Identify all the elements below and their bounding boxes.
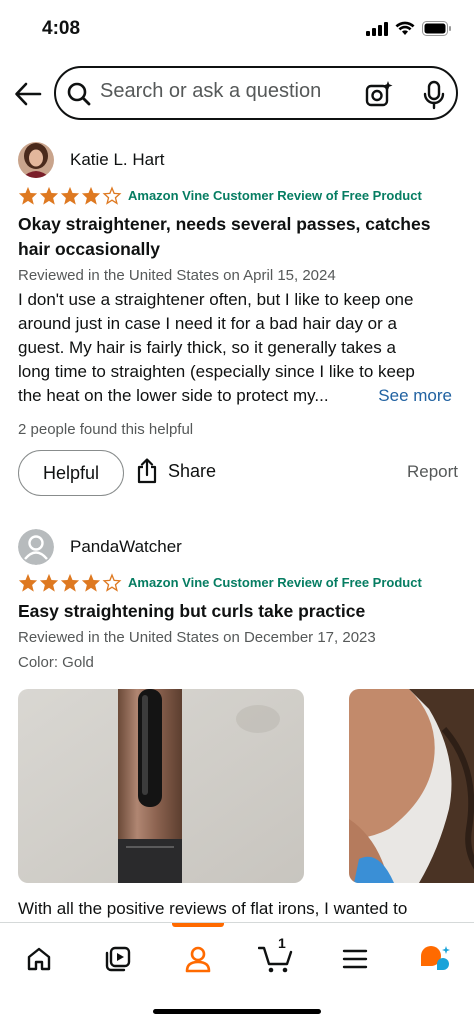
review-title: Okay straightener, needs several passes,… — [18, 212, 458, 262]
rufus-chat-icon — [421, 946, 450, 970]
review-title: Easy straightening but curls take practi… — [18, 601, 366, 621]
status-time: 4:08 — [42, 18, 81, 39]
star-rating — [18, 572, 122, 592]
review-body-line: the heat on the lower side to protect my… — [18, 386, 329, 405]
home-indicator — [153, 1009, 321, 1014]
cart-icon — [258, 946, 293, 973]
see-more-link[interactable]: See more — [378, 384, 452, 408]
star-rating — [18, 185, 122, 205]
star-empty-icon — [102, 572, 122, 592]
tab-cart[interactable]: 1 — [256, 935, 296, 979]
product-variant: Color: Gold — [18, 654, 94, 671]
review-title-line: Okay straightener, needs several passes,… — [18, 214, 431, 234]
star-filled-icon — [18, 573, 38, 592]
default-avatar-icon — [18, 529, 54, 565]
report-link[interactable]: Report — [407, 462, 458, 482]
review-body: I don't use a straightener often, but I … — [18, 288, 458, 408]
review-body-line: around just in case I need it for a bad … — [18, 314, 397, 333]
tab-video[interactable] — [98, 939, 138, 979]
wifi-icon — [395, 21, 415, 35]
star-filled-icon — [81, 186, 101, 205]
back-arrow-icon[interactable] — [14, 80, 42, 108]
star-filled-icon — [81, 573, 101, 592]
tab-rufus[interactable] — [415, 939, 455, 979]
review-card: PandaWatcher Amazon Vine Customer Review… — [18, 527, 458, 674]
review-date: Reviewed in the United States on Decembe… — [18, 629, 376, 646]
battery-icon — [422, 21, 451, 36]
review-actions: Helpful Share Report — [18, 450, 458, 496]
microphone-icon[interactable] — [422, 80, 446, 110]
status-bar: 4:08 — [0, 0, 474, 58]
video-icon — [105, 946, 131, 972]
star-empty-icon — [102, 185, 122, 205]
review-body-line: long time to straighten (especially sinc… — [18, 362, 415, 381]
review-body-snippet: With all the positive reviews of flat ir… — [18, 899, 408, 918]
review-photo[interactable] — [349, 689, 474, 883]
search-box[interactable] — [54, 66, 458, 120]
review-card: Katie L. Hart Amazon Vine Customer Revie… — [18, 140, 458, 438]
share-label: Share — [168, 460, 217, 481]
account-icon — [185, 946, 211, 973]
star-filled-icon — [60, 186, 80, 205]
share-button[interactable]: Share — [136, 458, 216, 484]
review-photos — [18, 689, 474, 883]
cellular-signal-icon — [366, 21, 388, 36]
home-icon — [27, 947, 51, 971]
reviewer: Katie L. Hart — [18, 140, 458, 180]
active-tab-indicator — [172, 923, 224, 927]
review-body-line: I don't use a straightener often, but I … — [18, 290, 414, 309]
review-date: Reviewed in the United States on April 1… — [18, 267, 336, 284]
star-filled-icon — [39, 573, 59, 592]
search-icon — [67, 82, 91, 106]
review-body-last-line: the heat on the lower side to protect my… — [18, 384, 458, 408]
helpful-button[interactable]: Helpful — [18, 450, 124, 496]
reviewer-name[interactable]: PandaWatcher — [70, 537, 182, 557]
rating-line: Amazon Vine Customer Review of Free Prod… — [18, 571, 458, 593]
reviewer-name[interactable]: Katie L. Hart — [70, 150, 165, 170]
status-icons — [366, 21, 452, 36]
vine-label: Amazon Vine Customer Review of Free Prod… — [128, 187, 422, 203]
camera-lens-icon[interactable] — [365, 80, 393, 108]
tab-home[interactable] — [19, 939, 59, 979]
tab-account[interactable] — [178, 939, 218, 979]
star-filled-icon — [39, 186, 59, 205]
tab-menu[interactable] — [335, 939, 375, 979]
star-filled-icon — [18, 186, 38, 205]
star-filled-icon — [60, 573, 80, 592]
review-photo[interactable] — [18, 689, 304, 883]
share-icon — [137, 458, 157, 484]
review-body-line: guest. My hair is fairly thick, so it ge… — [18, 338, 396, 357]
hamburger-menu-icon — [342, 949, 368, 969]
rating-line: Amazon Vine Customer Review of Free Prod… — [18, 184, 458, 206]
review-title-line: hair occasionally — [18, 239, 161, 259]
reviewer-avatar — [18, 142, 54, 178]
vine-label: Amazon Vine Customer Review of Free Prod… — [128, 574, 422, 590]
cart-count: 1 — [278, 935, 286, 951]
reviewer: PandaWatcher — [18, 527, 458, 567]
search-input[interactable] — [100, 80, 340, 103]
search-row — [0, 62, 474, 124]
helpful-count: 2 people found this helpful — [18, 421, 194, 438]
